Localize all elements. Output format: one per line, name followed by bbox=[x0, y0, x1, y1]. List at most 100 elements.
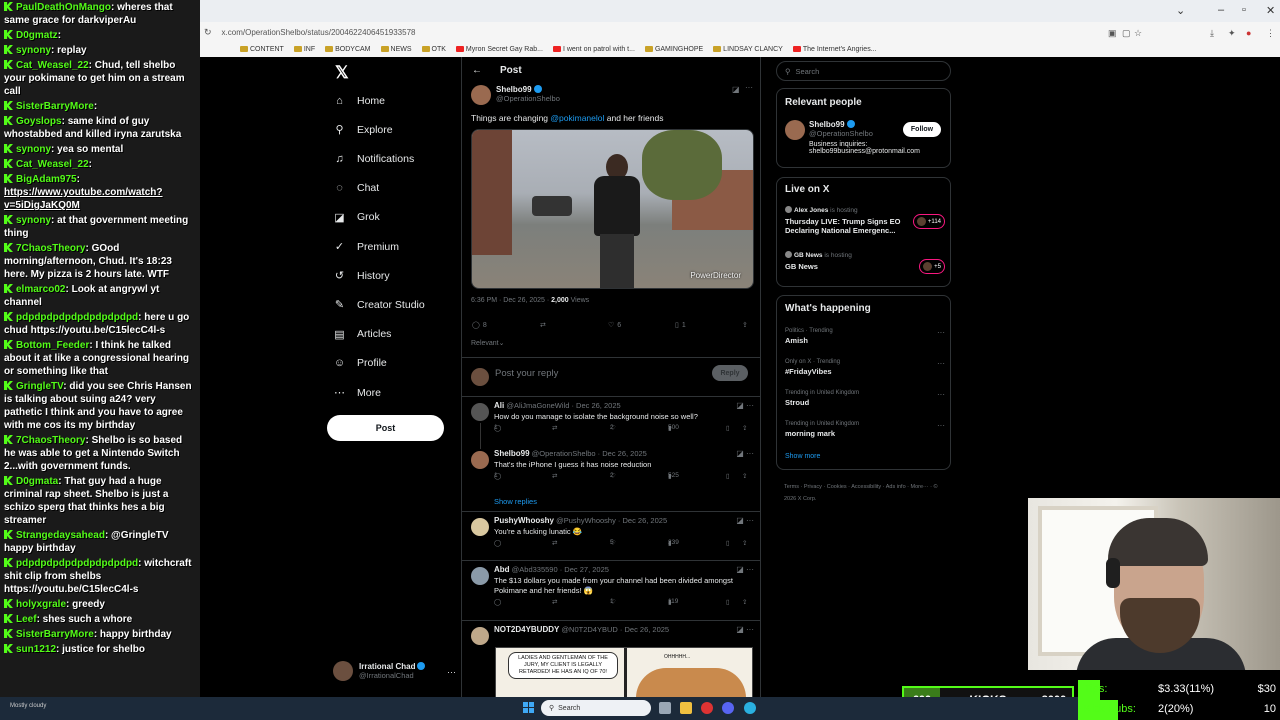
discord-icon[interactable] bbox=[722, 702, 734, 714]
bookmark-item[interactable]: The Internet's Angries... bbox=[792, 46, 877, 53]
like-action[interactable]: ♡ 6 bbox=[608, 321, 621, 330]
reply-input[interactable]: Post your reply bbox=[495, 368, 558, 379]
bookmark-item[interactable]: I went on patrol with t... bbox=[552, 46, 635, 53]
author-name[interactable]: Shelbo99 bbox=[496, 85, 532, 94]
back-arrow-icon[interactable]: ← bbox=[472, 65, 482, 76]
windows-start-icon[interactable] bbox=[523, 702, 535, 714]
trend-name[interactable]: Amish bbox=[785, 336, 945, 345]
bookmark-folder[interactable]: BODYCAM bbox=[325, 46, 371, 53]
nav-item-chat[interactable]: ◌ Chat bbox=[333, 182, 379, 195]
chat-username[interactable]: 7ChaosTheory bbox=[16, 243, 85, 254]
footer-links[interactable]: Terms · Privacy · Cookies · Accessibilit… bbox=[784, 481, 949, 505]
profile-icon[interactable]: ● bbox=[1246, 28, 1251, 38]
chat-username[interactable]: Cat_Weasel_22 bbox=[16, 159, 89, 170]
nav-item-premium[interactable]: ✓ Premium bbox=[333, 240, 399, 254]
post-author[interactable]: Shelbo99 @OperationShelbo bbox=[471, 85, 560, 105]
extensions-icon[interactable]: ✦ bbox=[1228, 28, 1236, 39]
tab-list-icon[interactable]: ⌄ bbox=[1176, 4, 1185, 17]
chat-username[interactable]: D0gmata bbox=[16, 476, 58, 487]
screenshot-icon[interactable]: ▢ bbox=[1122, 28, 1131, 39]
more-dots-icon[interactable]: ◪ ··· bbox=[736, 449, 754, 458]
chat-username[interactable]: D0gmatz bbox=[16, 30, 58, 41]
post-button[interactable]: Post bbox=[327, 415, 444, 441]
avatar[interactable] bbox=[785, 120, 805, 140]
browser-menu-icon[interactable]: ⋮ bbox=[1266, 28, 1275, 39]
show-replies-link[interactable]: Show replies bbox=[494, 497, 537, 506]
live-title[interactable]: Thursday LIVE: Trump Signs EO Declaring … bbox=[785, 217, 905, 235]
chat-username[interactable]: synony bbox=[16, 45, 51, 56]
more-dots-icon[interactable]: ··· bbox=[937, 390, 945, 399]
trend-name[interactable]: #FridayVibes bbox=[785, 367, 945, 376]
trend-item[interactable]: Trending in United Kingdom Stroud ··· bbox=[785, 390, 945, 407]
nav-item-articles[interactable]: ▤ Articles bbox=[333, 328, 391, 341]
trend-name[interactable]: Stroud bbox=[785, 398, 945, 407]
repost-action[interactable]: ⇄ bbox=[540, 321, 546, 329]
chat-username[interactable]: Goyslops bbox=[16, 116, 62, 127]
bookmark-folder[interactable]: CONTENT bbox=[240, 46, 284, 53]
reply-composer[interactable]: Post your reply Reply bbox=[462, 357, 760, 397]
reply-action[interactable]: ◯ 8 bbox=[472, 321, 487, 330]
reply-author-name[interactable]: NOT2D4YBUDDY bbox=[494, 625, 559, 634]
x-logo-icon[interactable]: 𝕏 bbox=[335, 63, 349, 83]
task-view-icon[interactable] bbox=[659, 702, 671, 714]
reply-author-name[interactable]: Abd bbox=[494, 565, 510, 574]
bookmark-folder[interactable]: OTK bbox=[421, 46, 446, 53]
more-dots-icon[interactable]: ◪ ··· bbox=[736, 625, 754, 634]
chat-username[interactable]: synony bbox=[16, 215, 51, 226]
maximize-icon[interactable]: ▫ bbox=[1242, 4, 1246, 16]
show-more-link[interactable]: Show more bbox=[785, 453, 820, 460]
taskbar-search[interactable]: ⚲ Search bbox=[541, 700, 651, 716]
nav-item-history[interactable]: ↺ History bbox=[333, 269, 390, 283]
bookmark-action[interactable]: ▯ 1 bbox=[675, 321, 686, 330]
share-action[interactable]: ⇪ bbox=[742, 321, 748, 329]
chat-username[interactable]: synony bbox=[16, 144, 51, 155]
live-item[interactable]: GB News is hosting GB News +5 bbox=[785, 251, 945, 274]
live-title[interactable]: GB News bbox=[785, 262, 905, 271]
avatar[interactable] bbox=[471, 403, 489, 421]
sort-dropdown[interactable]: Relevant⌄ bbox=[471, 339, 505, 347]
file-explorer-icon[interactable] bbox=[680, 702, 692, 714]
close-icon[interactable]: ✕ bbox=[1266, 4, 1275, 17]
chat-username[interactable]: GringleTV bbox=[16, 381, 63, 392]
star-icon[interactable]: ☆ bbox=[1134, 28, 1142, 39]
listener-badge[interactable]: +114 bbox=[912, 214, 945, 229]
trend-item[interactable]: Only on X · Trending #FridayVibes ··· bbox=[785, 359, 945, 376]
nav-item-notifications[interactable]: ♫ Notifications bbox=[333, 152, 414, 165]
address-bar[interactable]: ↻ x.com/OperationShelbo/status/200462240… bbox=[200, 22, 1280, 42]
chat-username[interactable]: holyxgrale bbox=[16, 599, 66, 610]
bookmark-folder[interactable]: NEWS bbox=[380, 46, 412, 53]
chat-username[interactable]: SisterBarryMore bbox=[16, 101, 94, 112]
reply-button[interactable]: Reply bbox=[712, 365, 748, 381]
nav-item-home[interactable]: ⌂ Home bbox=[333, 94, 385, 107]
more-dots-icon[interactable]: ◪ ··· bbox=[736, 401, 754, 410]
more-dots-icon[interactable]: ◪ ··· bbox=[736, 516, 754, 525]
reply-author-name[interactable]: PushyWhooshy bbox=[494, 516, 554, 525]
reply-handle-date[interactable]: @N0T2D4YBUD · Dec 26, 2025 bbox=[561, 625, 669, 634]
chat-username[interactable]: pdpdpdpdpdpdpdpdpdpd bbox=[16, 558, 138, 569]
chat-username[interactable]: 7ChaosTheory bbox=[16, 435, 85, 446]
chat-username[interactable]: Leef bbox=[16, 614, 37, 625]
avatar[interactable] bbox=[471, 518, 489, 536]
person-name[interactable]: Shelbo99 bbox=[809, 120, 845, 129]
post-menu-icon[interactable]: ··· bbox=[745, 83, 753, 92]
bookmark-item[interactable]: GAMINGHOPE bbox=[644, 46, 703, 53]
chat-username[interactable]: SisterBarryMore bbox=[16, 629, 94, 640]
chat-username[interactable]: Bottom_Feeder bbox=[16, 340, 89, 351]
extension-icon[interactable]: ▣ bbox=[1108, 28, 1117, 39]
chat-text[interactable]: https://www.youtube.com/watch?v=5iDigJaK… bbox=[4, 187, 163, 211]
chat-username[interactable]: sun1212 bbox=[16, 644, 56, 655]
app-icon[interactable] bbox=[744, 702, 756, 714]
trend-name[interactable]: morning mark bbox=[785, 429, 945, 438]
search-input[interactable]: ⚲ Search bbox=[776, 61, 951, 81]
reply-handle-date[interactable]: @Abd335590 · Dec 27, 2025 bbox=[512, 565, 609, 574]
more-dots-icon[interactable]: ··· bbox=[937, 359, 945, 368]
chat-username[interactable]: pdpdpdpdpdpdpdpdpdpd bbox=[16, 312, 138, 323]
reply-handle-date[interactable]: @PushyWhooshy · Dec 26, 2025 bbox=[556, 516, 667, 525]
nav-item-grok[interactable]: ◪ Grok bbox=[333, 211, 379, 224]
mention-link[interactable]: @pokimanelol bbox=[550, 113, 604, 123]
live-host-name[interactable]: Alex Jones bbox=[794, 207, 828, 214]
chat-username[interactable]: Strangedaysahead bbox=[16, 530, 105, 541]
more-dots-icon[interactable]: ··· bbox=[937, 421, 945, 430]
grok-icon[interactable]: ◪ bbox=[732, 85, 740, 94]
author-handle[interactable]: @OperationShelbo bbox=[496, 94, 560, 103]
